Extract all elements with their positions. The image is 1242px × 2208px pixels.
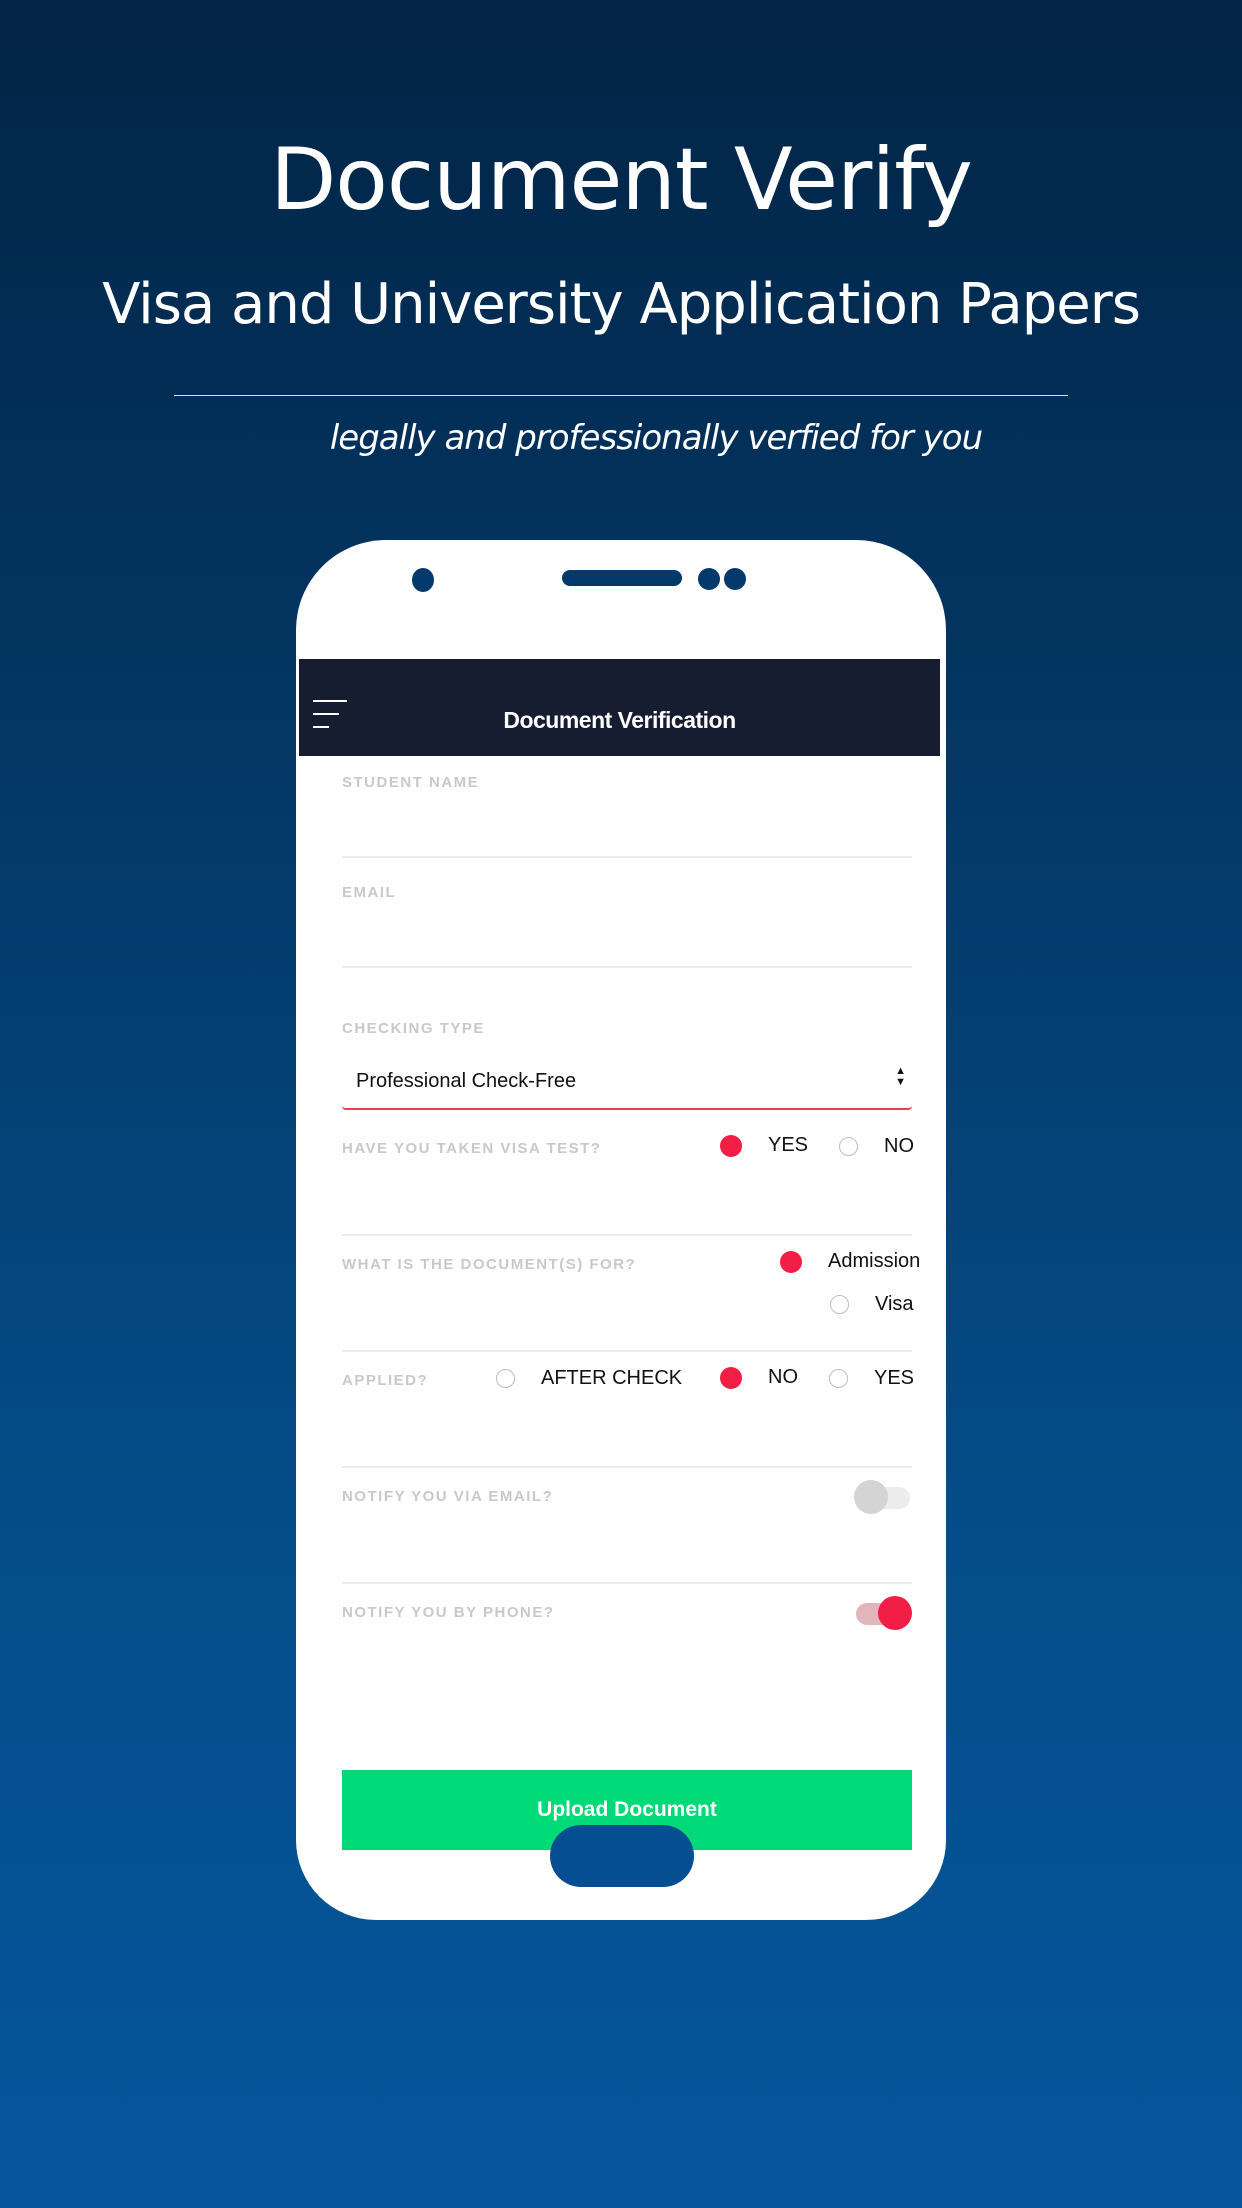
document-for-visa-radio[interactable]: Visa [830,1293,914,1316]
radio-selected-icon [780,1250,802,1273]
select-arrows-icon: ▲ ▼ [895,1065,906,1088]
visa-test-label: HAVE YOU TAKEN VISA TEST? [342,1140,602,1157]
hero-tagline: legally and professionally verfied for y… [329,418,983,458]
radio-label: YES [768,1134,809,1156]
hero-title: Document Verify [270,130,973,230]
applied-no-radio[interactable]: NO [720,1366,798,1389]
divider [342,856,912,858]
student-name-label: STUDENT NAME [342,774,480,791]
phone-mockup: Document Verification STUDENT NAME EMAIL… [296,540,946,1920]
radio-selected-icon [720,1366,742,1389]
hero-divider [174,395,1068,396]
sensor-icon [724,568,746,590]
visa-test-no-radio[interactable]: NO [839,1135,914,1158]
home-button [550,1825,694,1887]
visa-test-yes-radio[interactable]: YES [720,1134,808,1157]
email-label: EMAIL [342,884,397,901]
radio-label: NO [768,1366,798,1388]
divider [342,1466,912,1468]
radio-label: NO [884,1135,914,1157]
notify-phone-toggle[interactable] [854,1596,912,1630]
app-title: Document Verification [503,707,736,733]
checking-type-label: CHECKING TYPE [342,1020,485,1037]
document-for-admission-radio[interactable]: Admission [780,1250,920,1273]
checking-type-select[interactable]: Professional Check-Free ▲ ▼ [342,1054,912,1110]
radio-unselected-icon [496,1369,515,1388]
applied-label: APPLIED? [342,1372,429,1389]
toggle-knob [854,1480,888,1514]
radio-unselected-icon [830,1295,849,1314]
radio-selected-icon [720,1134,742,1157]
divider [342,1234,912,1236]
notify-phone-label: NOTIFY YOU BY PHONE? [342,1604,555,1621]
applied-after-check-radio[interactable]: AFTER CHECK [496,1367,682,1390]
radio-unselected-icon [829,1369,848,1388]
radio-label: Visa [875,1293,914,1315]
front-camera-icon [412,568,434,592]
checking-type-value: Professional Check-Free [356,1070,577,1092]
email-input[interactable] [342,920,916,962]
radio-label: AFTER CHECK [541,1367,683,1389]
divider [342,966,912,968]
radio-unselected-icon [839,1137,858,1156]
radio-label: Admission [828,1250,921,1272]
divider [342,1350,912,1352]
student-name-input[interactable] [342,810,916,852]
document-for-label: WHAT IS THE DOCUMENT(S) FOR? [342,1256,637,1273]
hero-subtitle: Visa and University Application Papers [102,272,1141,337]
notify-email-label: NOTIFY YOU VIA EMAIL? [342,1488,554,1505]
applied-yes-radio[interactable]: YES [829,1367,914,1390]
app-bar: Document Verification [299,659,940,756]
radio-label: YES [874,1367,915,1389]
notify-email-toggle[interactable] [854,1480,912,1514]
divider [342,1582,912,1584]
speaker-grille [562,570,682,586]
sensor-icon [698,568,720,590]
toggle-knob [878,1596,912,1630]
